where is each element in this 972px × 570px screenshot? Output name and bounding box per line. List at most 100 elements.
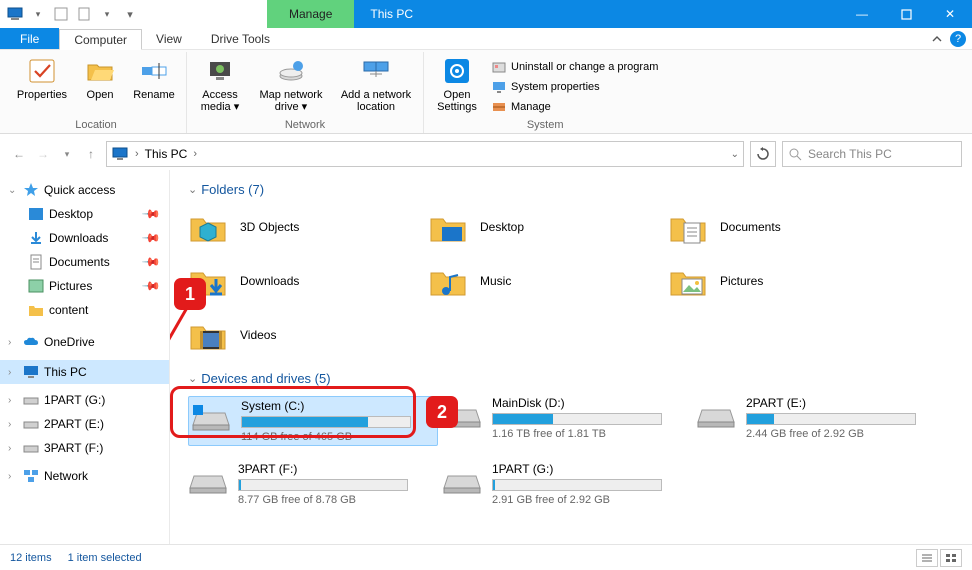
open-settings-label: Open Settings xyxy=(432,89,482,113)
address-bar[interactable]: › This PC › ⌄ xyxy=(106,141,744,167)
drive-item[interactable]: 1PART (G:)2.91 GB free of 2.92 GB xyxy=(442,462,692,506)
view-tab[interactable]: View xyxy=(142,28,197,49)
system-properties-button[interactable]: System properties xyxy=(492,78,658,96)
nav-network[interactable]: ›Network xyxy=(0,464,169,488)
open-button[interactable]: Open xyxy=(80,56,120,101)
drive-free-text: 2.91 GB free of 2.92 GB xyxy=(492,494,692,506)
quick-access-toolbar: ▾ ▾ ▾ xyxy=(0,3,141,25)
pin-icon: 📌 xyxy=(141,276,161,296)
add-location-label: Add a network location xyxy=(337,89,415,113)
details-view-button[interactable] xyxy=(916,549,938,567)
picture-icon xyxy=(28,278,44,294)
title-bar: ▾ ▾ ▾ Manage This PC — ✕ xyxy=(0,0,972,28)
properties-label: Properties xyxy=(17,89,67,101)
drive-item[interactable]: 2PART (E:)2.44 GB free of 2.92 GB xyxy=(696,396,946,446)
open-settings-button[interactable]: Open Settings xyxy=(432,56,482,113)
nav-content[interactable]: content xyxy=(0,298,169,322)
search-placeholder: Search This PC xyxy=(808,147,892,161)
icons-view-button[interactable] xyxy=(940,549,962,567)
folder-item[interactable]: Videos xyxy=(188,315,428,355)
network-location-icon xyxy=(361,56,391,86)
system-props-label: System properties xyxy=(511,81,600,93)
drive-icon xyxy=(23,440,39,456)
window-title: This PC xyxy=(354,0,840,28)
map-drive-button[interactable]: Map network drive ▾ xyxy=(255,56,327,113)
drive-item[interactable]: 3PART (F:)8.77 GB free of 8.78 GB xyxy=(188,462,438,506)
close-button[interactable]: ✕ xyxy=(928,0,972,28)
qat-overflow[interactable]: ▾ xyxy=(119,3,141,25)
file-tab[interactable]: File xyxy=(0,28,59,49)
drive-icon xyxy=(696,396,736,430)
map-drive-icon xyxy=(276,56,306,86)
document-icon xyxy=(28,254,44,270)
qat-icon-check[interactable] xyxy=(50,3,72,25)
search-icon xyxy=(789,148,802,161)
folder-name: Music xyxy=(480,274,511,288)
drive-name: 2PART (E:) xyxy=(746,396,946,410)
access-media-button[interactable]: Access media ▾ xyxy=(195,56,245,113)
folder-name: Documents xyxy=(720,220,781,234)
qat-dropdown-1[interactable]: ▾ xyxy=(27,3,49,25)
drive-usage-bar xyxy=(492,413,662,425)
properties-button[interactable]: Properties xyxy=(14,56,70,101)
folder-icon xyxy=(428,209,468,245)
help-button[interactable]: ? xyxy=(950,31,966,47)
computer-tab[interactable]: Computer xyxy=(59,29,142,50)
folder-item[interactable]: Desktop xyxy=(428,207,668,247)
desktop-icon xyxy=(28,206,44,222)
maximize-button[interactable] xyxy=(884,0,928,28)
add-network-location-button[interactable]: Add a network location xyxy=(337,56,415,113)
rename-button[interactable]: Rename xyxy=(130,56,178,101)
cloud-icon xyxy=(23,334,39,350)
folder-item[interactable]: Downloads xyxy=(188,261,428,301)
folder-item[interactable]: Documents xyxy=(668,207,908,247)
nav-desktop[interactable]: Desktop📌 xyxy=(0,202,169,226)
uninstall-button[interactable]: Uninstall or change a program xyxy=(492,58,658,76)
nav-part-e[interactable]: ›2PART (E:) xyxy=(0,412,169,436)
address-dropdown[interactable]: ⌄ xyxy=(731,149,739,160)
star-icon xyxy=(23,182,39,198)
nav-onedrive[interactable]: ›OneDrive xyxy=(0,330,169,354)
folder-name: Videos xyxy=(240,328,276,342)
recent-dropdown[interactable]: ▾ xyxy=(58,145,76,163)
qat-dropdown-2[interactable]: ▾ xyxy=(96,3,118,25)
collapse-ribbon-button[interactable] xyxy=(930,32,944,46)
refresh-button[interactable] xyxy=(750,141,776,167)
manage-button[interactable]: Manage xyxy=(492,98,658,116)
uninstall-icon xyxy=(492,60,506,74)
up-button[interactable]: ↑ xyxy=(82,145,100,163)
nav-pictures[interactable]: Pictures📌 xyxy=(0,274,169,298)
back-button[interactable]: ← xyxy=(10,145,28,163)
nav-part-g[interactable]: ›1PART (G:) xyxy=(0,388,169,412)
ribbon-group-system: Open Settings Uninstall or change a prog… xyxy=(424,52,666,133)
nav-this-pc[interactable]: ›This PC xyxy=(0,360,169,384)
ribbon-group-location: Properties Open Rename Location xyxy=(6,52,187,133)
annotation-box xyxy=(170,386,416,438)
manage-context-tab[interactable]: Manage xyxy=(267,0,354,28)
drive-tools-tab[interactable]: Drive Tools xyxy=(197,28,285,49)
manage-icon xyxy=(492,100,506,114)
nav-downloads[interactable]: Downloads📌 xyxy=(0,226,169,250)
drive-usage-bar xyxy=(746,413,916,425)
rename-icon xyxy=(139,56,169,86)
drive-free-text: 1.16 TB free of 1.81 TB xyxy=(492,428,692,440)
pc-icon xyxy=(111,147,129,161)
folder-item[interactable]: Pictures xyxy=(668,261,908,301)
folders-section-header[interactable]: ⌄Folders (7) xyxy=(188,182,954,197)
status-bar: 12 items 1 item selected xyxy=(0,544,972,570)
nav-quick-access[interactable]: ⌄Quick access xyxy=(0,178,169,202)
qat-icon-pc[interactable] xyxy=(4,3,26,25)
search-box[interactable]: Search This PC xyxy=(782,141,962,167)
folder-item[interactable]: Music xyxy=(428,261,668,301)
folder-icon xyxy=(668,263,708,299)
minimize-button[interactable]: — xyxy=(840,0,884,28)
folder-item[interactable]: 3D Objects xyxy=(188,207,428,247)
drive-item[interactable]: MainDisk (D:)1.16 TB free of 1.81 TB xyxy=(442,396,692,446)
forward-button[interactable]: → xyxy=(34,145,52,163)
media-icon xyxy=(205,56,235,86)
qat-icon-doc[interactable] xyxy=(73,3,95,25)
settings-gear-icon xyxy=(442,56,472,86)
drives-section-header[interactable]: ⌄Devices and drives (5) xyxy=(188,371,954,386)
nav-part-f[interactable]: ›3PART (F:) xyxy=(0,436,169,460)
nav-documents[interactable]: Documents📌 xyxy=(0,250,169,274)
